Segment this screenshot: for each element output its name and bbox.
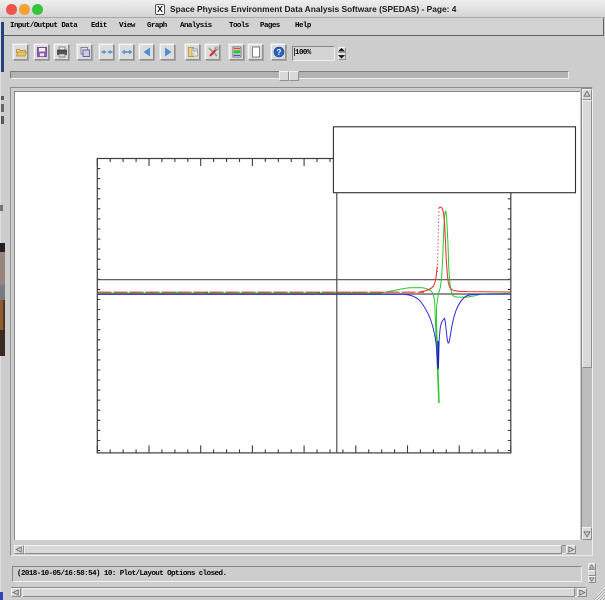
svg-text:?: ?: [276, 48, 281, 57]
